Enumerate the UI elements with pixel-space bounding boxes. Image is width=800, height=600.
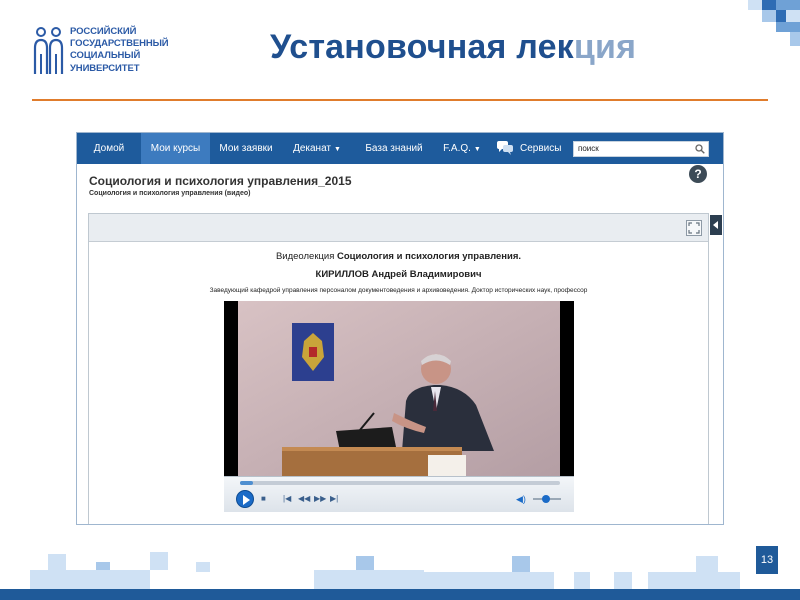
top-navigation: Домой Мои курсы Мои заявки Деканат ▼ База… (77, 133, 723, 164)
nav-item-my-requests[interactable]: Мои заявки (212, 133, 280, 164)
logo-line: РОССИЙСКИЙ (70, 26, 137, 37)
video-still-image (224, 301, 574, 476)
expand-arrows-icon (688, 222, 700, 234)
nav-item-faq[interactable]: F.A.Q. ▼ (437, 133, 487, 164)
decor-square (648, 572, 740, 589)
volume-slider[interactable] (533, 495, 561, 503)
fullscreen-icon[interactable] (686, 220, 702, 236)
nav-item-my-courses[interactable]: Мои курсы (141, 133, 210, 164)
decor-square (150, 552, 168, 570)
skip-forward-icon[interactable]: ▶| (330, 495, 338, 503)
decor-square (762, 0, 776, 10)
slide-title: Установочная лекция (270, 28, 636, 67)
stop-icon[interactable]: ■ (261, 495, 266, 503)
skip-back-icon[interactable]: |◀ (283, 495, 291, 503)
decor-square (424, 572, 554, 589)
volume-slider-knob[interactable] (541, 495, 550, 503)
logo-line: ГОСУДАРСТВЕННЫЙ (70, 38, 169, 50)
title-divider (32, 99, 768, 101)
decor-square (614, 572, 632, 589)
lecturer-position: Заведующий кафедрой управления персонало… (209, 287, 588, 294)
lecturer-name: КИРИЛЛОВ Андрей Владимирович (315, 269, 482, 280)
search-input-value: поиск (578, 144, 599, 153)
decor-square (776, 22, 800, 32)
caret-down-icon: ▼ (334, 146, 341, 153)
help-icon[interactable]: ? (689, 165, 707, 183)
decor-square (96, 562, 110, 570)
nav-item-dean-office[interactable]: Деканат ▼ (287, 133, 347, 164)
decor-square (356, 556, 374, 570)
lecture-name: Социология и психология управления. (337, 251, 522, 262)
volume-icon[interactable]: ◀) (516, 494, 526, 505)
logo-line: СОЦИАЛЬНЫЙ (70, 50, 141, 62)
course-title: Социология и психология управления_2015 (89, 174, 352, 188)
panel-toolbar (89, 214, 708, 242)
nav-item-home[interactable]: Домой (77, 133, 141, 164)
fast-forward-icon[interactable]: ▶▶ (314, 495, 326, 503)
search-icon[interactable] (695, 144, 705, 154)
seek-bar[interactable] (240, 481, 560, 485)
video-frame[interactable] (224, 301, 574, 476)
decor-square (696, 556, 718, 572)
decor-square (786, 10, 800, 22)
course-subtitle: Социология и психология управления (виде… (89, 190, 251, 197)
page-number: 13 (756, 546, 778, 574)
university-logo: РОССИЙСКИЙ ГОСУДАРСТВЕННЫЙ СОЦИАЛЬНЫЙ УН… (32, 26, 192, 78)
decor-square (790, 32, 800, 46)
search-input[interactable]: поиск (573, 141, 709, 157)
lecture-heading: Видеолекция Социология и психология упра… (89, 251, 708, 262)
decor-square (762, 10, 776, 22)
chat-icon (497, 141, 513, 155)
slide-title-faded: ция (573, 28, 637, 66)
decor-square (776, 10, 786, 22)
decor-square (748, 0, 762, 10)
decor-square (314, 570, 424, 589)
video-panel: Видеолекция Социология и психология упра… (88, 213, 709, 524)
media-player-controls: ■ |◀ ◀◀ ▶▶ ▶| ◀) (224, 476, 574, 512)
seek-bar-progress (240, 481, 253, 485)
decor-square (48, 554, 66, 570)
nav-item-faq-label: F.A.Q. (443, 143, 471, 154)
rewind-icon[interactable]: ◀◀ (298, 495, 310, 503)
lecture-prefix: Видеолекция (275, 251, 338, 262)
logo-line: УНИВЕРСИТЕТ (70, 62, 140, 74)
decor-square (196, 562, 210, 572)
nav-item-knowledge-base[interactable]: База знаний (357, 133, 431, 164)
caret-down-icon: ▼ (473, 146, 481, 153)
decor-square (574, 572, 590, 589)
nav-item-services[interactable]: Сервисы (520, 133, 564, 164)
footer-bar (0, 589, 800, 600)
slide-title-main: Установочная лек (270, 28, 574, 66)
logo-figures-icon (33, 27, 64, 74)
decor-square (512, 556, 530, 572)
collapse-panel-tab[interactable] (710, 215, 722, 235)
decor-square (30, 570, 150, 589)
portal-screenshot: Домой Мои курсы Мои заявки Деканат ▼ База… (76, 132, 724, 525)
play-button[interactable] (236, 490, 254, 508)
decor-square (776, 0, 800, 10)
logo-text: РОССИЙСКИЙ ГОСУДАРСТВЕННЫЙ СОЦИАЛЬНЫЙ УН… (70, 26, 169, 75)
nav-item-dean-office-label: Деканат (293, 143, 331, 154)
